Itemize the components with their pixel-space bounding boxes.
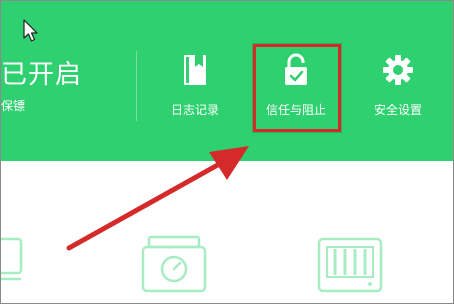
header-divider xyxy=(136,51,137,121)
log-book-icon xyxy=(184,55,206,85)
gear-icon xyxy=(383,55,413,85)
mouse-cursor-icon xyxy=(23,19,38,42)
highlight-box xyxy=(253,44,341,132)
usb-device-icon xyxy=(141,235,207,293)
protection-status-title: 已开启 xyxy=(1,60,83,90)
nav-log-records[interactable]: 日志记录 xyxy=(152,49,238,127)
protection-status-subtitle: 保镖 xyxy=(1,99,26,113)
monitor-icon xyxy=(1,237,23,281)
nav-security-settings[interactable]: 安全设置 xyxy=(355,49,441,127)
drive-icon xyxy=(317,237,383,293)
nav-security-label: 安全设置 xyxy=(373,103,422,117)
nav-log-label: 日志记录 xyxy=(170,103,219,117)
app-window: 已开启 保镖 日志记录 信任与阻止 安全设置 xyxy=(0,0,454,304)
